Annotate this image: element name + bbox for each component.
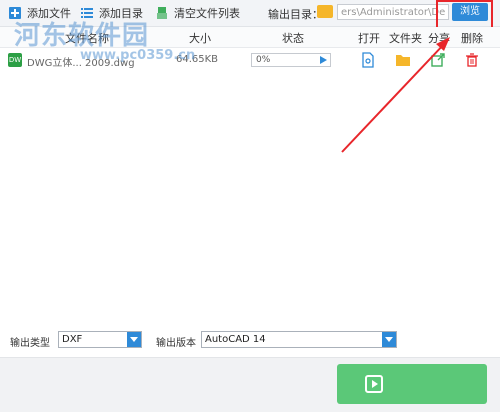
output-version-select[interactable]: AutoCAD 14 xyxy=(201,331,397,348)
output-version-value: AutoCAD 14 xyxy=(205,334,266,345)
output-type-value: DXF xyxy=(62,334,83,345)
options-bar: 输出类型 DXF 输出版本 AutoCAD 14 xyxy=(0,327,500,355)
footer xyxy=(0,357,500,412)
convert-button[interactable] xyxy=(337,364,487,404)
chevron-down-icon[interactable] xyxy=(382,332,396,347)
chevron-down-icon[interactable] xyxy=(127,332,141,347)
play-icon xyxy=(365,375,383,393)
output-type-label: 输出类型 xyxy=(10,338,50,349)
output-version-label: 输出版本 xyxy=(156,338,196,349)
output-type-select[interactable]: DXF xyxy=(58,331,142,348)
